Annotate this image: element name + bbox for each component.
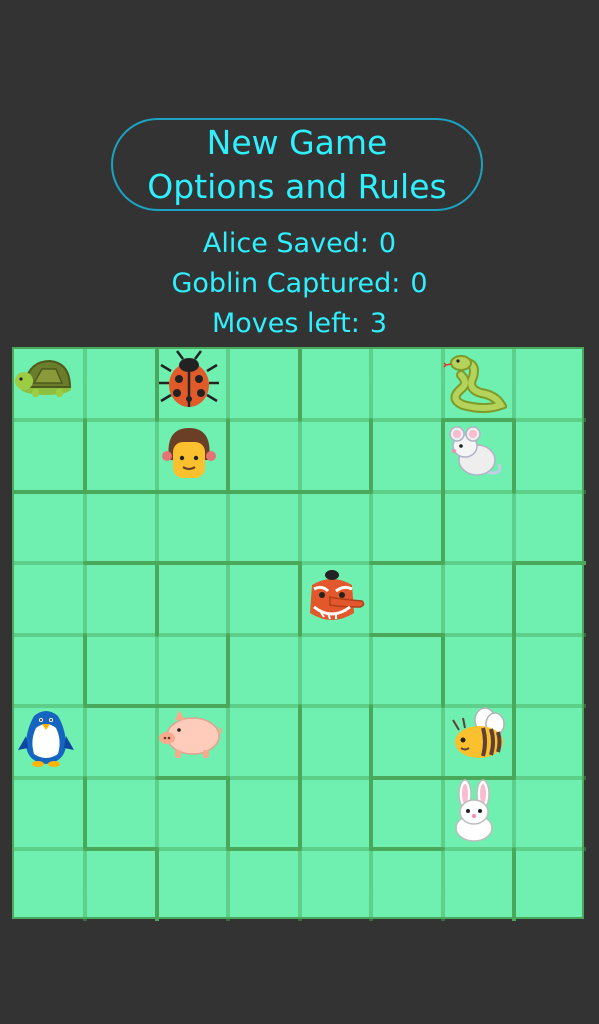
options-rules-label: Options and Rules [147, 166, 447, 206]
maze-board[interactable] [12, 347, 586, 921]
moves-left-line: Moves left: 3 [0, 308, 599, 339]
alice-piece[interactable] [157, 420, 227, 490]
penguin-icon [18, 711, 74, 767]
moves-left-label: Moves left: [211, 308, 360, 339]
goblin-icon [310, 570, 365, 620]
bee-piece[interactable] [443, 706, 513, 776]
new-game-label: New Game [206, 122, 388, 162]
goblin-captured-label: Goblin Captured: [171, 268, 401, 299]
new-game-options-button[interactable]: New Game Options and Rules [111, 118, 483, 211]
rabbit-piece[interactable] [443, 778, 513, 848]
alice-saved-line: Alice Saved: 0 [0, 228, 599, 259]
goblin-captured-line: Goblin Captured: 0 [0, 268, 599, 299]
alice-saved-label: Alice Saved: [202, 228, 369, 259]
ladybug-icon [159, 350, 219, 407]
pig-piece[interactable] [157, 706, 227, 776]
alice-saved-value: 0 [378, 228, 397, 259]
moves-left-value: 3 [369, 308, 388, 339]
turtle-icon [15, 359, 72, 397]
bee-icon [452, 707, 505, 758]
mouse-icon [449, 426, 502, 476]
girl-icon [162, 428, 216, 478]
snake-piece[interactable] [443, 349, 513, 419]
goblin-captured-value: 0 [410, 268, 428, 299]
turtle-piece[interactable] [14, 349, 84, 419]
goblin-piece[interactable] [300, 563, 370, 633]
snake-icon [443, 355, 507, 413]
ladybug-piece[interactable] [157, 349, 227, 419]
pig-icon [159, 710, 222, 758]
rabbit-icon [455, 779, 493, 842]
penguin-piece[interactable] [14, 706, 84, 776]
mouse-piece[interactable] [443, 420, 513, 490]
